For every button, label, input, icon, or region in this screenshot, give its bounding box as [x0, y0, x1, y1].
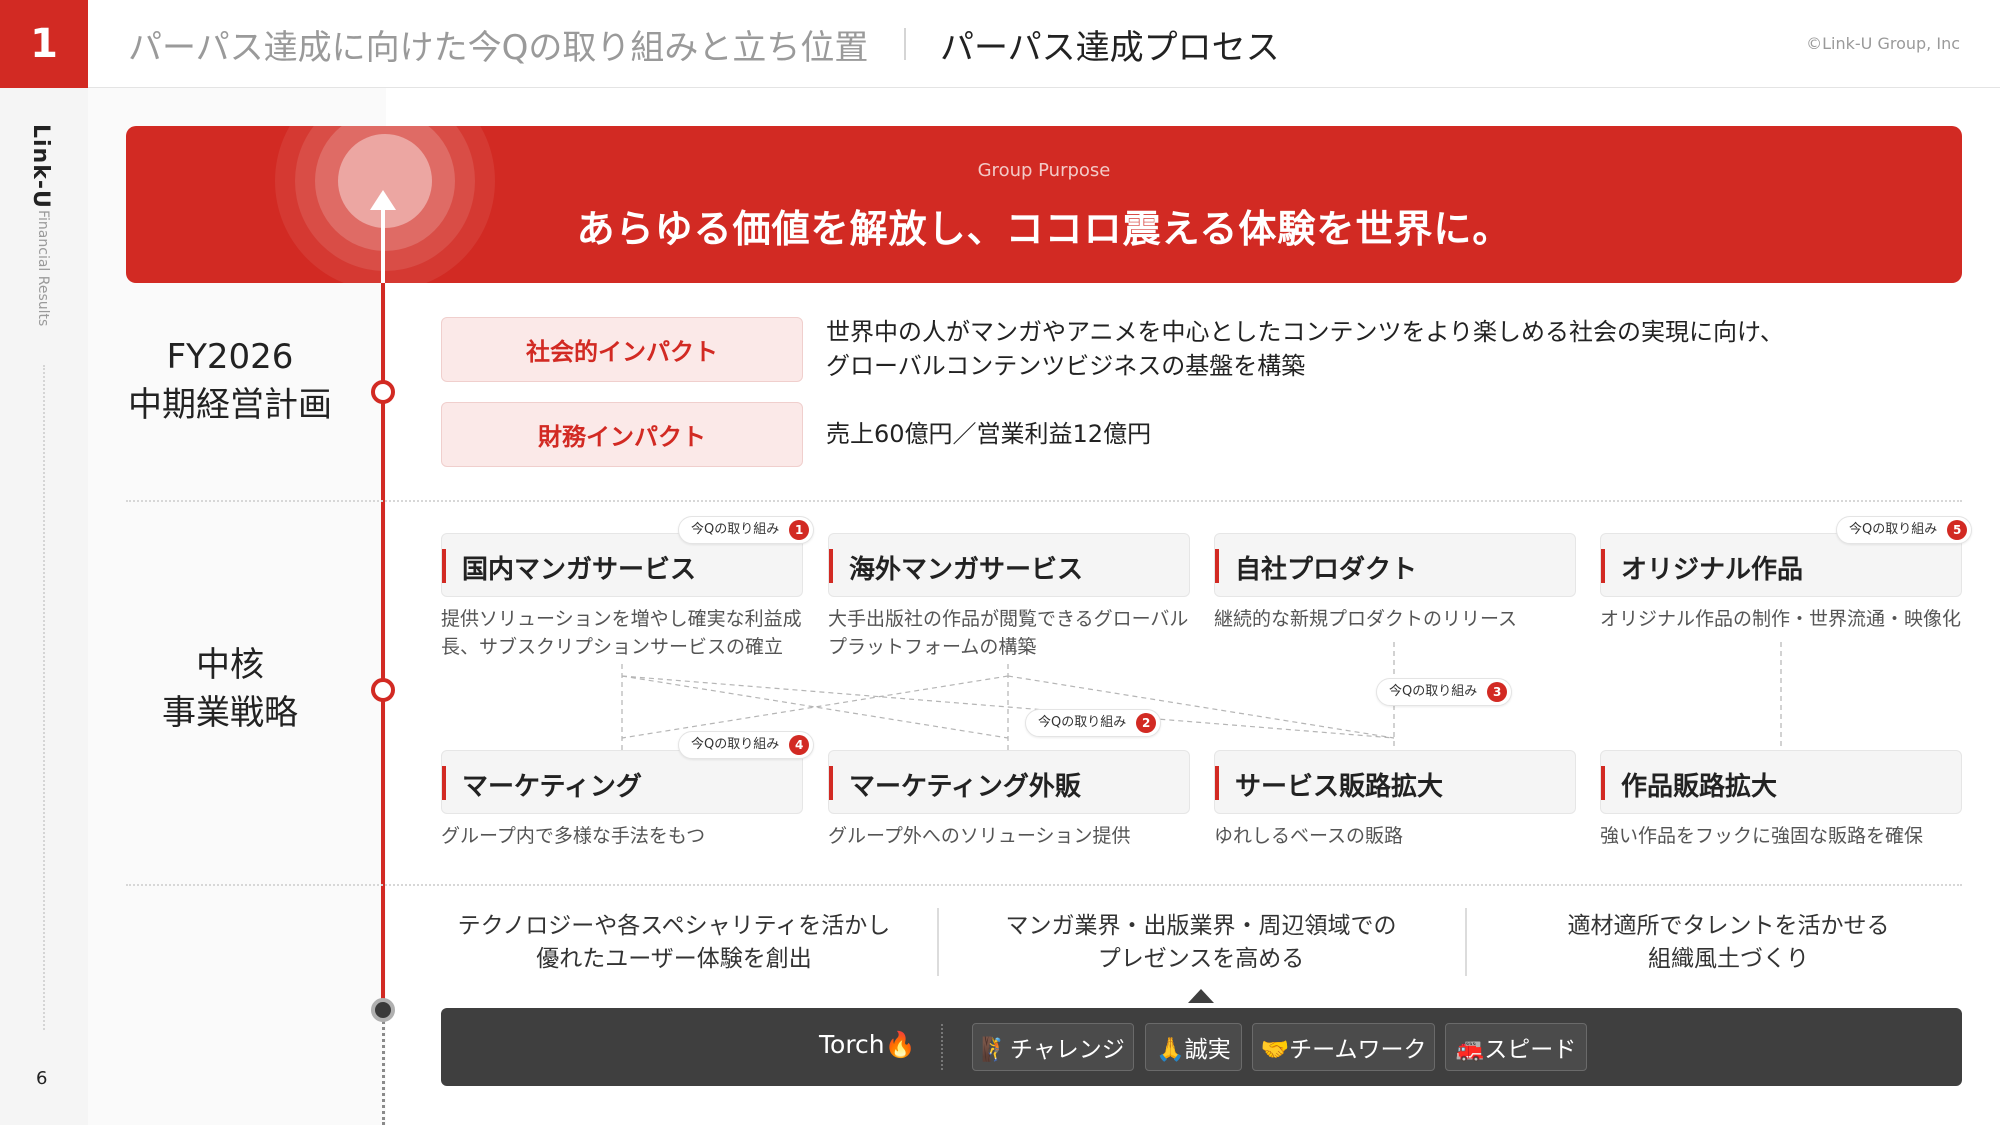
card-description: 提供ソリューションを増やし確実な利益成 長、サブスクリプションサービスの確立 [441, 606, 802, 661]
value-chip-integrity: 🙏誠実 [1145, 1023, 1242, 1071]
card-accent-bar [1215, 549, 1219, 583]
card-description: オリジナル作品の制作・世界流通・映像化 [1600, 608, 1962, 630]
card-description-line: 提供ソリューションを増やし確実な利益成 [441, 608, 802, 630]
strategy-card-overseas-manga: 海外マンガサービス [828, 533, 1190, 597]
value-line: プレゼンスを高める [1097, 946, 1305, 973]
badge-number: 1 [789, 520, 810, 540]
card-title: サービス販路拡大 [1235, 772, 1444, 802]
card-accent-bar [829, 766, 833, 800]
this-quarter-badge: 今Qの取り組み 5 [1836, 516, 1973, 544]
this-quarter-badge: 今Qの取り組み 4 [678, 731, 815, 759]
this-quarter-badge: 今Qの取り組み 2 [1025, 709, 1162, 737]
card-description: 強い作品をフックに強固な販路を確保 [1600, 825, 1924, 847]
card-title: マーケティング外販 [849, 772, 1081, 802]
value-chip-challenge: 🧗チャレンジ [972, 1023, 1134, 1071]
card-accent-bar [442, 549, 446, 583]
card-title: オリジナル作品 [1621, 555, 1804, 585]
card-description-line: 大手出版社の作品が閲覧できるグローバル [828, 608, 1189, 630]
value-statement-presence: マンガ業界・出版業界・周辺領域での プレゼンスを高める [967, 910, 1435, 977]
value-statement-technology: テクノロジーや各スペシャリティを活かし 優れたユーザー体験を創出 [441, 910, 907, 977]
value-line: 組織風土づくり [1648, 946, 1809, 973]
torch-divider [941, 1024, 943, 1070]
torch-label: Torch🔥 [819, 1030, 916, 1059]
value-chip-speed: 🚒スピード [1445, 1023, 1587, 1071]
card-accent-bar [1601, 549, 1605, 583]
badge-label: 今Qの取り組み [691, 737, 780, 752]
card-title: 自社プロダクト [1235, 555, 1418, 585]
value-line: テクノロジーや各スペシャリティを活かし [457, 913, 891, 939]
badge-label: 今Qの取り組み [1038, 715, 1127, 730]
value-divider [937, 908, 939, 976]
badge-number: 2 [1136, 713, 1157, 733]
badge-number: 3 [1487, 682, 1508, 702]
card-description-line: プラットフォームの構築 [828, 635, 1037, 658]
badge-label: 今Qの取り組み [1389, 684, 1478, 699]
strategy-card-marketing-external: マーケティング外販 [828, 750, 1190, 814]
card-title: 国内マンガサービス [462, 555, 697, 585]
value-line: マンガ業界・出版業界・周辺領域での [1005, 913, 1397, 939]
card-description: 大手出版社の作品が閲覧できるグローバル プラットフォームの構築 [828, 606, 1188, 661]
card-accent-bar [442, 766, 446, 800]
strategy-card-marketing: マーケティング [441, 750, 803, 814]
strategy-card-service-channels: サービス販路拡大 [1214, 750, 1576, 814]
card-accent-bar [1601, 766, 1605, 800]
badge-label: 今Qの取り組み [1849, 522, 1938, 537]
value-divider [1465, 908, 1467, 976]
badge-label: 今Qの取り組み [691, 522, 780, 537]
badge-number: 5 [1947, 520, 1968, 540]
badge-number: 4 [789, 735, 810, 755]
value-line: 適材適所でタレントを活かせる [1567, 913, 1890, 939]
card-accent-bar [1215, 766, 1219, 800]
strategy-card-works-channels: 作品販路拡大 [1600, 750, 1962, 814]
torch-values-bar: Torch🔥 🧗チャレンジ 🙏誠実 🤝チームワーク 🚒スピード [441, 1008, 1962, 1086]
card-title: 作品販路拡大 [1621, 772, 1778, 802]
this-quarter-badge: 今Qの取り組み 1 [678, 516, 815, 544]
card-description: ゆれしるベースの販路 [1214, 825, 1404, 847]
card-description: グループ内で多様な手法をもつ [441, 825, 706, 847]
caret-up-icon [1188, 989, 1214, 1003]
value-line: 優れたユーザー体験を創出 [536, 946, 812, 973]
value-statement-culture: 適材適所でタレントを活かせる 組織風土づくり [1495, 910, 1962, 977]
value-chip-teamwork: 🤝チームワーク [1252, 1023, 1435, 1071]
card-title: マーケティング [462, 772, 642, 802]
card-description: 継続的な新規プロダクトのリリース [1214, 608, 1518, 630]
this-quarter-badge: 今Qの取り組み 3 [1376, 678, 1513, 706]
card-description: グループ外へのソリューション提供 [828, 825, 1131, 847]
strategy-card-own-products: 自社プロダクト [1214, 533, 1576, 597]
card-accent-bar [829, 549, 833, 583]
card-description-line: 長、サブスクリプションサービスの確立 [441, 635, 784, 658]
card-title: 海外マンガサービス [849, 555, 1084, 585]
